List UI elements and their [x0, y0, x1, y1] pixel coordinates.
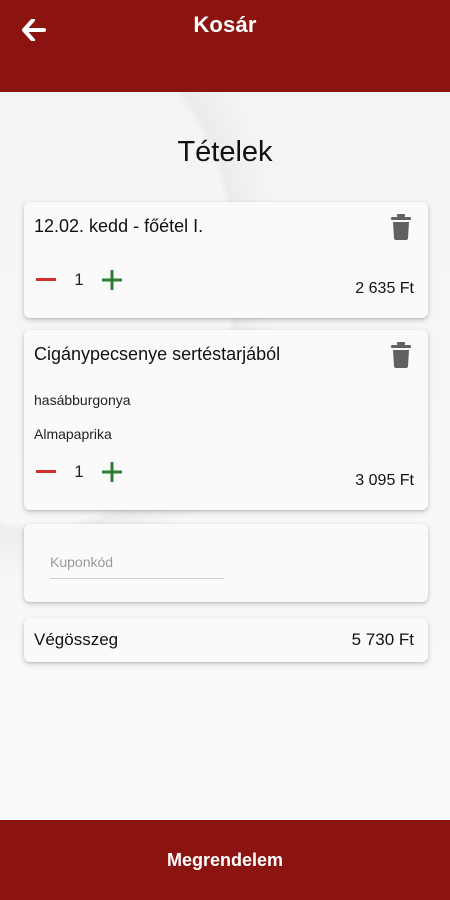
- total-value: 5 730 Ft: [351, 630, 414, 649]
- minus-icon: [36, 278, 56, 281]
- decrease-button[interactable]: [34, 268, 58, 292]
- app-header: Kosár: [0, 0, 450, 92]
- order-button-label: Megrendelem: [166, 849, 284, 870]
- item-price: 3 095 Ft: [355, 472, 414, 489]
- quantity-value: 1: [74, 462, 84, 481]
- item-name: 12.02. kedd - főétel I.: [34, 216, 204, 236]
- cart-item: Cigánypecsenye sertéstarjából hasábburgo…: [24, 330, 428, 510]
- trash-icon[interactable]: [390, 214, 412, 240]
- item-price: 2 635 Ft: [355, 280, 414, 297]
- minus-icon: [36, 470, 56, 473]
- coupon-input[interactable]: [50, 546, 224, 579]
- total-label: Végösszeg: [34, 630, 119, 649]
- trash-icon[interactable]: [390, 342, 412, 368]
- order-button[interactable]: Megrendelem: [0, 820, 450, 900]
- decrease-button[interactable]: [34, 460, 58, 484]
- item-extra: hasábburgonya: [34, 392, 131, 408]
- plus-icon: [102, 270, 122, 290]
- quantity-stepper: 1: [34, 268, 124, 292]
- coupon-card: [24, 524, 428, 602]
- section-title: Tételek: [177, 136, 273, 168]
- increase-button[interactable]: [100, 268, 124, 292]
- cart-item: 12.02. kedd - főétel I. 1 2 635 Ft: [24, 202, 428, 318]
- quantity-value: 1: [74, 270, 84, 289]
- page-title: Kosár: [193, 12, 257, 37]
- quantity-stepper: 1: [34, 460, 124, 484]
- increase-button[interactable]: [100, 460, 124, 484]
- item-name: Cigánypecsenye sertéstarjából: [34, 344, 281, 364]
- item-extra: Almapaprika: [34, 426, 112, 442]
- plus-icon: [102, 462, 122, 482]
- total-card: Végösszeg 5 730 Ft: [24, 618, 428, 662]
